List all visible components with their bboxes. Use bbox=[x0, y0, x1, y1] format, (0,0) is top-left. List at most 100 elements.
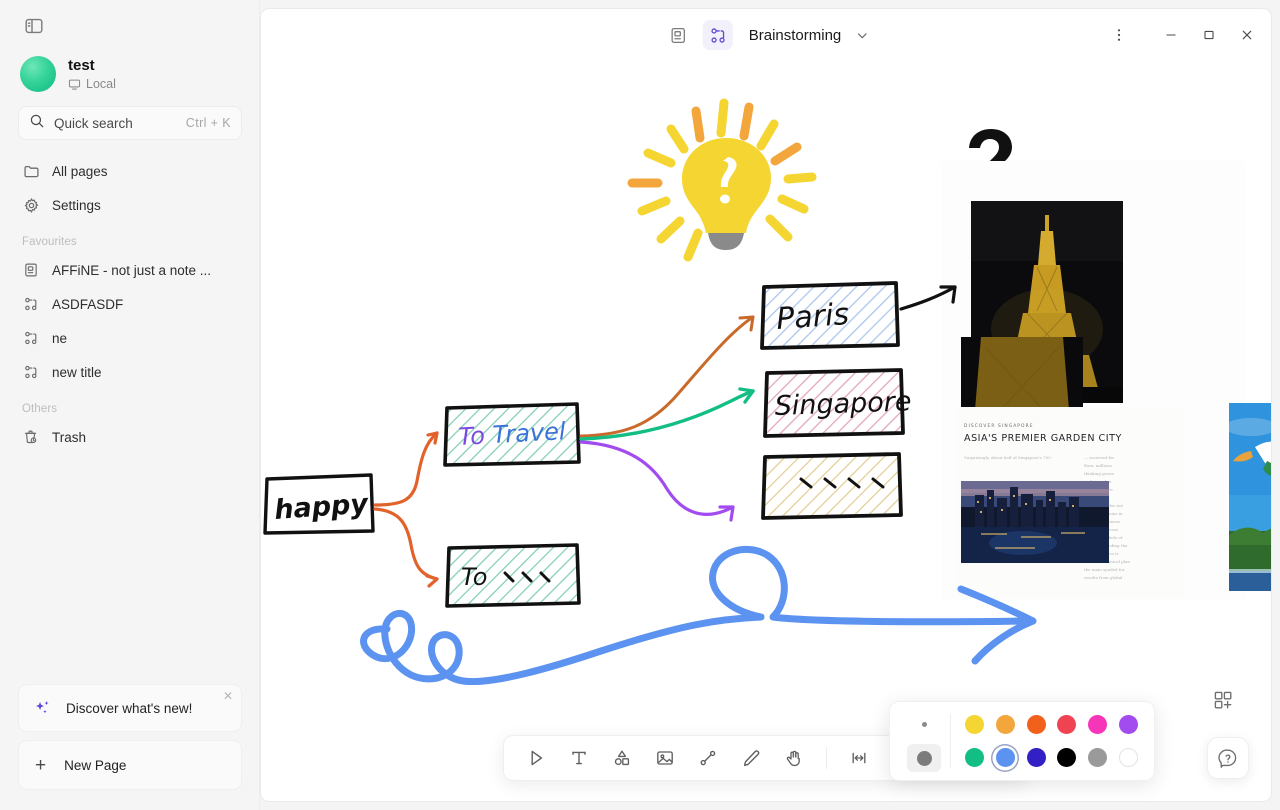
sidebar-item-affine-note[interactable]: AFFiNE - not just a note ... bbox=[12, 253, 248, 287]
sidebar-item-label: new title bbox=[52, 364, 102, 380]
sidebar-item-label: ASDFASDF bbox=[52, 296, 124, 312]
chevron-down-icon[interactable] bbox=[854, 28, 869, 43]
sidebar-item-trash[interactable]: Trash bbox=[12, 420, 248, 454]
happy-box: happy bbox=[263, 473, 375, 535]
sidebar-item-label: All pages bbox=[52, 163, 108, 179]
new-page-button[interactable]: + New Page bbox=[18, 740, 242, 790]
workspace-sync-status: Local bbox=[86, 76, 116, 91]
pen-icon[interactable] bbox=[731, 739, 771, 777]
hand-icon[interactable] bbox=[774, 739, 814, 777]
svg-text:Paris: Paris bbox=[775, 297, 850, 337]
sidebar-item-label: Settings bbox=[52, 197, 101, 213]
color-swatch-navy[interactable] bbox=[1022, 744, 1050, 772]
page-icon bbox=[22, 261, 40, 279]
new-page-label: New Page bbox=[64, 757, 127, 773]
document-header: Brainstorming bbox=[261, 9, 1271, 61]
line-width-thin[interactable] bbox=[907, 710, 941, 738]
color-swatch-orange[interactable] bbox=[991, 711, 1019, 739]
whats-new-label: Discover what's new! bbox=[66, 700, 193, 716]
sidebar-item-new-title[interactable]: new title bbox=[12, 355, 248, 389]
edgeless-icon bbox=[22, 363, 40, 381]
search-placeholder: Quick search bbox=[54, 115, 133, 131]
line-width-thick[interactable] bbox=[907, 744, 941, 772]
color-swatch-grey[interactable] bbox=[1084, 744, 1112, 772]
sidebar: test Local Quick search Ctrl + K All pag… bbox=[0, 0, 260, 810]
window-controls bbox=[1101, 9, 1271, 61]
sparkle-icon bbox=[33, 699, 52, 718]
line-width-group bbox=[900, 710, 948, 772]
fit-to-screen-icon[interactable] bbox=[839, 739, 879, 777]
whats-new-banner[interactable]: Discover what's new! ✕ bbox=[18, 684, 242, 732]
color-swatch-grid bbox=[959, 711, 1144, 772]
edgeless-canvas[interactable]: DISCOVER SINGAPORE ASIA'S PREMIER GARDEN… bbox=[261, 61, 1271, 801]
color-swatch-green[interactable] bbox=[960, 744, 988, 772]
pen-color-palette[interactable] bbox=[889, 701, 1155, 781]
more-vertical-icon[interactable] bbox=[1101, 18, 1137, 52]
unnamed-box bbox=[761, 452, 903, 520]
edgeless-mode-icon[interactable] bbox=[702, 20, 733, 50]
monitor-icon bbox=[68, 78, 81, 91]
color-swatch-yellow[interactable] bbox=[960, 711, 988, 739]
svg-text:happy: happy bbox=[273, 488, 370, 526]
svg-text:To: To bbox=[461, 563, 487, 591]
edgeless-icon bbox=[22, 295, 40, 313]
sidebar-top-bar bbox=[0, 0, 260, 52]
sidebar-item-settings[interactable]: Settings bbox=[12, 188, 248, 222]
close-icon[interactable]: ✕ bbox=[223, 690, 233, 702]
workspace-sync-row: Local bbox=[68, 77, 116, 92]
mode-switch-group: Brainstorming bbox=[663, 20, 870, 50]
color-swatch-red[interactable] bbox=[1053, 711, 1081, 739]
others-section-title: Others bbox=[22, 403, 58, 415]
main-area: Brainstorming DISCOVER SINGAPORE ASIA'S … bbox=[260, 0, 1280, 810]
workspace-avatar bbox=[20, 56, 56, 92]
sidebar-item-all-pages[interactable]: All pages bbox=[12, 154, 248, 188]
color-swatch-tangerine[interactable] bbox=[1022, 711, 1050, 739]
close-icon[interactable] bbox=[1229, 18, 1265, 52]
shape-icon[interactable] bbox=[602, 739, 642, 777]
minimize-icon[interactable] bbox=[1153, 18, 1189, 52]
folder-icon bbox=[22, 162, 40, 180]
image-icon[interactable] bbox=[645, 739, 685, 777]
workspace-name: test bbox=[68, 56, 95, 74]
help-question-icon[interactable] bbox=[1207, 737, 1249, 779]
toolbar-divider bbox=[826, 747, 827, 769]
svg-text:Singapore: Singapore bbox=[774, 386, 912, 422]
app-window: test Local Quick search Ctrl + K All pag… bbox=[0, 0, 1280, 810]
svg-text:Travel: Travel bbox=[492, 417, 567, 449]
cursor-select-icon[interactable] bbox=[516, 739, 556, 777]
plus-icon: + bbox=[35, 754, 47, 776]
sidebar-item-label: AFFiNE - not just a note ... bbox=[52, 262, 212, 278]
gear-icon bbox=[22, 196, 40, 214]
sidebar-item-ne[interactable]: ne bbox=[12, 321, 248, 355]
connector-icon[interactable] bbox=[688, 739, 728, 777]
sidebar-item-label: Trash bbox=[52, 429, 87, 445]
search-input[interactable]: Quick search Ctrl + K bbox=[18, 106, 242, 140]
color-swatch-black[interactable] bbox=[1053, 744, 1081, 772]
color-swatch-magenta[interactable] bbox=[1084, 711, 1112, 739]
color-swatch-white[interactable] bbox=[1115, 744, 1143, 772]
color-swatch-blue[interactable] bbox=[991, 744, 1019, 772]
search-icon bbox=[29, 113, 45, 134]
add-frame-icon[interactable] bbox=[1207, 684, 1239, 716]
palette-divider bbox=[950, 714, 951, 768]
trash-icon bbox=[22, 428, 40, 446]
svg-text:To: To bbox=[458, 422, 486, 451]
search-shortcut: Ctrl + K bbox=[185, 116, 231, 130]
color-swatch-purple[interactable] bbox=[1115, 711, 1143, 739]
workspace-meta: test Local bbox=[68, 57, 116, 92]
to-travel-box: To Travel bbox=[443, 402, 581, 467]
edgeless-icon bbox=[22, 329, 40, 347]
sidebar-toggle-icon[interactable] bbox=[18, 10, 50, 42]
text-icon[interactable] bbox=[559, 739, 599, 777]
happy-node[interactable]: happy To Travel To Paris Singapore bbox=[261, 61, 1271, 801]
maximize-icon[interactable] bbox=[1191, 18, 1227, 52]
to-sub-box: To bbox=[445, 543, 581, 608]
workspace-selector[interactable]: test Local bbox=[0, 52, 260, 106]
sidebar-item-asdfasdf[interactable]: ASDFASDF bbox=[12, 287, 248, 321]
paris-box: Paris bbox=[760, 281, 900, 350]
document-panel: Brainstorming DISCOVER SINGAPORE ASIA'S … bbox=[260, 8, 1272, 802]
favourites-section-title: Favourites bbox=[22, 236, 77, 248]
page-mode-icon[interactable] bbox=[663, 20, 693, 50]
singapore-box: Singapore bbox=[763, 368, 912, 438]
